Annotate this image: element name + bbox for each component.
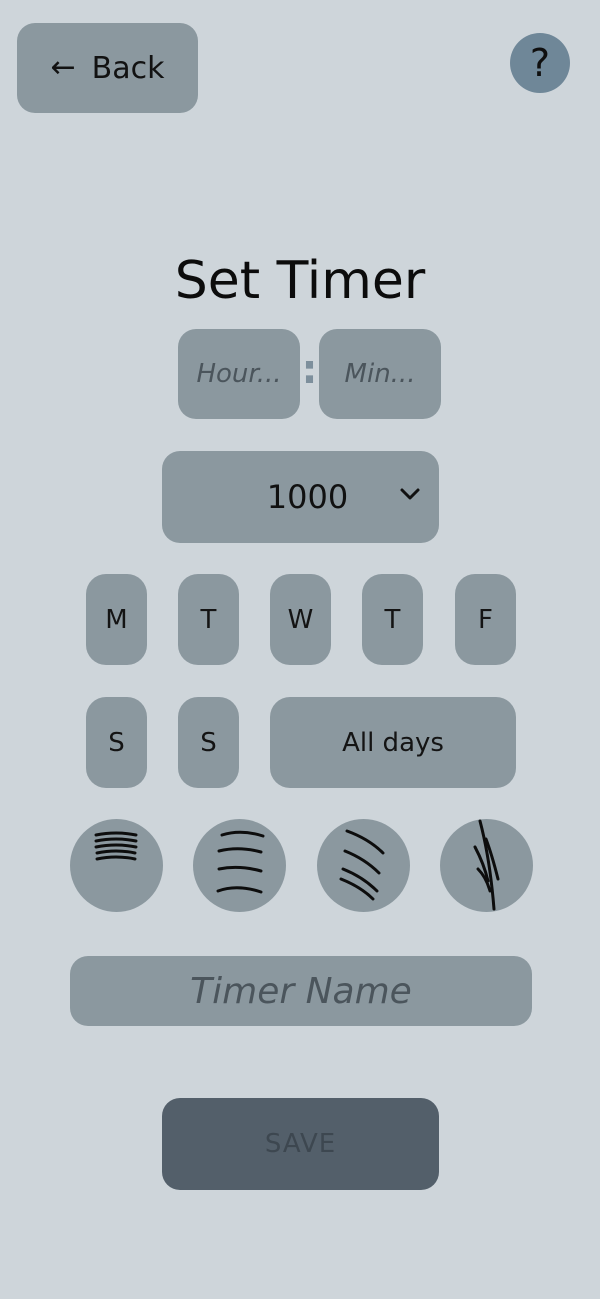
day-label: T: [384, 604, 401, 635]
curved-waves-icon: [216, 830, 265, 894]
help-label: ?: [529, 41, 551, 85]
save-button-label: SAVE: [264, 1129, 337, 1159]
day-button-tuesday[interactable]: T: [178, 574, 239, 665]
interval-selected-value: 1000: [266, 478, 349, 516]
help-button[interactable]: ?: [510, 33, 570, 93]
minute-input[interactable]: [319, 329, 441, 419]
day-button-sunday[interactable]: S: [178, 697, 239, 788]
day-button-saturday[interactable]: S: [86, 697, 147, 788]
interval-select[interactable]: 1000: [162, 451, 439, 543]
save-button[interactable]: SAVE: [162, 1098, 439, 1190]
all-days-label: All days: [342, 727, 444, 758]
hour-input[interactable]: [178, 329, 300, 419]
day-label: T: [200, 604, 217, 635]
arrow-left-icon: ←: [50, 50, 76, 85]
timer-name-input[interactable]: [70, 956, 532, 1026]
day-button-monday[interactable]: M: [86, 574, 147, 665]
wave-option-diagonal[interactable]: [317, 819, 410, 912]
steep-waves-icon: [473, 819, 500, 911]
chevron-down-icon: [400, 488, 420, 500]
day-label: F: [478, 604, 493, 635]
time-separator: :: [301, 347, 318, 393]
page-title: Set Timer: [174, 251, 426, 311]
flat-waves-icon: [94, 831, 138, 861]
wave-option-steep[interactable]: [440, 819, 533, 912]
wave-option-curved[interactable]: [193, 819, 286, 912]
day-button-thursday[interactable]: T: [362, 574, 423, 665]
day-button-friday[interactable]: F: [455, 574, 516, 665]
back-button[interactable]: ← Back: [17, 23, 198, 113]
day-label: S: [108, 727, 125, 758]
all-days-button[interactable]: All days: [270, 697, 516, 788]
day-label: W: [287, 604, 314, 635]
diagonal-waves-icon: [339, 829, 385, 901]
day-label: M: [105, 604, 128, 635]
day-label: S: [200, 727, 217, 758]
wave-option-flat[interactable]: [70, 819, 163, 912]
back-button-label: Back: [91, 50, 165, 86]
day-button-wednesday[interactable]: W: [270, 574, 331, 665]
